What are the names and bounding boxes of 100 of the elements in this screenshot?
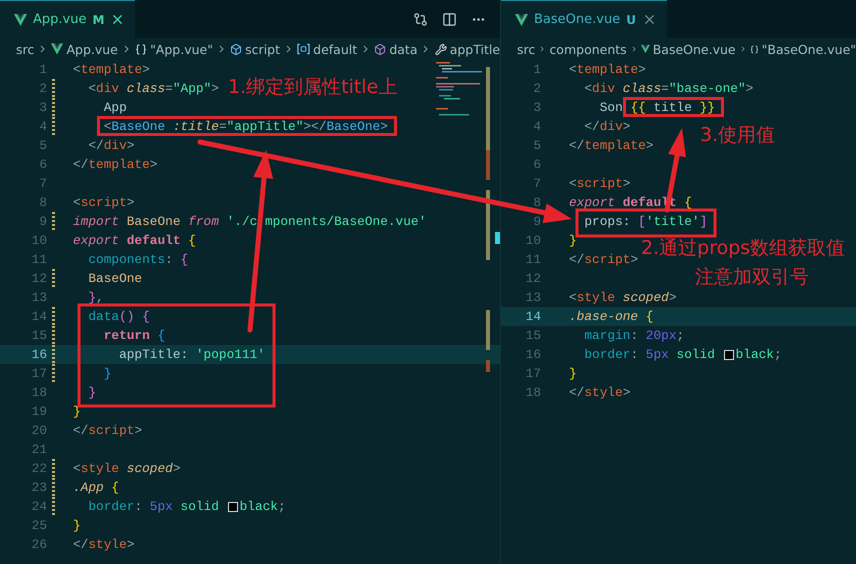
code-text: components: { [88, 252, 188, 267]
line-number: 3 [38, 100, 47, 115]
breadcrumb-item[interactable]: components [549, 42, 627, 56]
code-text: black; [240, 499, 286, 514]
breadcrumb-item[interactable]: BaseOne.vue [652, 42, 736, 56]
annotation-text: 注意加双引号 [695, 268, 809, 287]
code-text: App [104, 100, 127, 115]
code-text: border: 5px solid [88, 499, 220, 514]
line-number: 15 [524, 328, 541, 343]
line-number: 24 [30, 499, 47, 514]
editor-tab[interactable]: BaseOne.vue U [501, 0, 667, 38]
line-number: 4 [532, 119, 541, 134]
line-number: 26 [30, 537, 47, 552]
line-number: 20 [30, 423, 47, 438]
breadcrumb-item[interactable]: "App.vue" [150, 42, 213, 56]
breadcrumb-item[interactable]: "BaseOne.vue" [762, 42, 856, 56]
vue-icon [640, 43, 650, 55]
line-number: 7 [532, 176, 541, 191]
code-text: } [88, 385, 96, 400]
code-text: BaseOne [88, 271, 142, 286]
code-text: black; [736, 347, 782, 362]
code-text: <div class="App"> [88, 81, 219, 96]
code-text: <div class="base-one"> [584, 81, 754, 96]
braces-icon [135, 42, 148, 56]
line-number: 6 [532, 157, 541, 172]
code-text: <template> [569, 62, 646, 77]
code-text: <style scoped> [569, 290, 677, 305]
code-text: </template> [569, 138, 654, 153]
line-number: 18 [30, 385, 47, 400]
code-text: border: 5px solid [584, 347, 716, 362]
code-text: {{ title }} [630, 100, 715, 115]
breadcrumb-item[interactable]: script [245, 42, 280, 56]
breadcrumb-item[interactable]: data [389, 42, 418, 56]
code-text: mponents/BaseOne.vue' [265, 214, 426, 229]
line-number: 13 [30, 290, 47, 305]
code-text: margin: 20px; [584, 328, 684, 343]
vue-icon [515, 14, 528, 26]
compare-changes-icon[interactable] [413, 12, 428, 26]
line-number: 10 [524, 233, 541, 248]
line-number: 11 [30, 252, 47, 267]
code-text: <script> [73, 195, 134, 210]
breadcrumb-item[interactable]: default [313, 42, 358, 56]
line-number: 8 [38, 195, 47, 210]
code-text: .base-one { [569, 309, 654, 324]
annotation-text: 2.通过props数组获取值 [641, 239, 846, 258]
line-number: 11 [524, 252, 541, 267]
code-text: <style scoped> [73, 461, 181, 476]
line-number: 14 [30, 309, 47, 324]
code-text: .App { [73, 480, 120, 495]
line-number: 9 [38, 214, 47, 229]
code-text: </style> [569, 385, 630, 400]
line-number: 21 [30, 442, 47, 457]
line-number: 22 [30, 461, 47, 476]
code-text: appTitle: 'popo111' [119, 347, 265, 362]
line-number: 16 [524, 347, 541, 362]
tab-label: BaseOne.vue [534, 12, 620, 27]
code-text: export default { [73, 233, 196, 248]
breadcrumb-item[interactable]: App.vue [66, 42, 118, 56]
line-number: 6 [38, 157, 47, 172]
breadcrumb-item[interactable]: src [517, 42, 536, 56]
line-number: 7 [38, 176, 47, 191]
vue-icon [14, 14, 27, 26]
wrench-icon [434, 42, 447, 56]
code-text: <template> [73, 62, 150, 77]
code-text: <BaseOne :title="appTitle"></BaseOne> [104, 119, 388, 134]
breadcrumb-item[interactable]: appTitle [450, 42, 500, 56]
line-number: 1 [38, 62, 47, 77]
variable-icon [297, 43, 310, 55]
line-number: 15 [30, 328, 47, 343]
line-number: 12 [524, 271, 541, 286]
code-text: } [73, 518, 81, 533]
code-text: </style> [73, 537, 134, 552]
code-text: Son [600, 100, 624, 115]
line-number: 2 [38, 81, 47, 96]
line-number: 13 [524, 290, 541, 305]
cube-icon [374, 42, 386, 56]
git-status: M [92, 12, 104, 26]
code-text: }, [88, 290, 104, 305]
line-number: 5 [38, 138, 47, 153]
code-text: <script> [569, 176, 630, 191]
line-number: 19 [30, 404, 47, 419]
code-text: </script> [569, 252, 638, 267]
code-text: </div> [584, 119, 630, 134]
code-text: </script> [73, 423, 142, 438]
code-text: } [73, 404, 81, 419]
editor-tab[interactable]: App.vue M [0, 0, 136, 38]
breadcrumb-item[interactable]: src [16, 42, 34, 56]
code-text: props: ['title'] [584, 214, 708, 229]
code-text: </div> [88, 138, 134, 153]
code-text: </template> [73, 157, 158, 172]
cube-icon [230, 42, 242, 56]
split-editor-icon[interactable] [442, 12, 457, 26]
git-status: U [626, 12, 636, 26]
code-text: } [569, 366, 577, 381]
line-number: 12 [30, 271, 47, 286]
line-number: 25 [30, 518, 47, 533]
line-number: 9 [532, 214, 541, 229]
line-number: 18 [524, 385, 541, 400]
code-text: import BaseOne from './c [73, 214, 258, 229]
annotation-text: 3.使用值 [700, 126, 776, 145]
